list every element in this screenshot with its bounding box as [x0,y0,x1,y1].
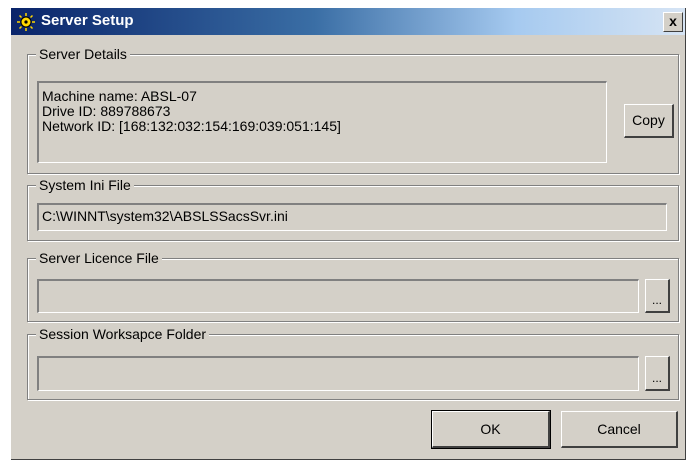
system-ini-field[interactable]: C:\WINNT\system32\ABSLSSacsSvr.ini [37,203,667,231]
workspace-folder-group: Session Worksapce Folder ... [27,326,679,400]
sun-icon [16,12,36,32]
close-icon: x [669,13,677,29]
server-details-group: Server Details Machine name: ABSL-07 Dri… [27,46,679,174]
machine-name-text: Machine name: ABSL-07 [42,88,197,104]
server-setup-dialog: Server Setup x Server Details Machine na… [11,8,686,460]
licence-file-group: Server Licence File ... [27,250,679,322]
ok-button[interactable]: OK [431,410,551,449]
window-title: Server Setup [41,12,134,29]
workspace-browse-button[interactable]: ... [645,356,670,391]
server-details-legend: Server Details [36,46,130,62]
cancel-button[interactable]: Cancel [561,411,678,448]
system-ini-legend: System Ini File [36,177,134,193]
licence-file-legend: Server Licence File [36,250,162,266]
network-id-text: Network ID: [168:132:032:154:169:039:051… [42,118,341,134]
copy-button[interactable]: Copy [624,104,674,138]
server-details-text: Machine name: ABSL-07 Drive ID: 88978867… [37,81,607,163]
drive-id-text: Drive ID: 889788673 [42,103,171,119]
workspace-folder-legend: Session Worksapce Folder [36,326,210,342]
system-ini-group: System Ini File C:\WINNT\system32\ABSLSS… [27,177,679,241]
workspace-folder-field[interactable] [37,356,639,391]
close-button[interactable]: x [663,12,683,32]
title-bar[interactable]: Server Setup x [11,8,685,35]
licence-file-field[interactable] [37,279,639,313]
licence-browse-button[interactable]: ... [645,279,670,313]
